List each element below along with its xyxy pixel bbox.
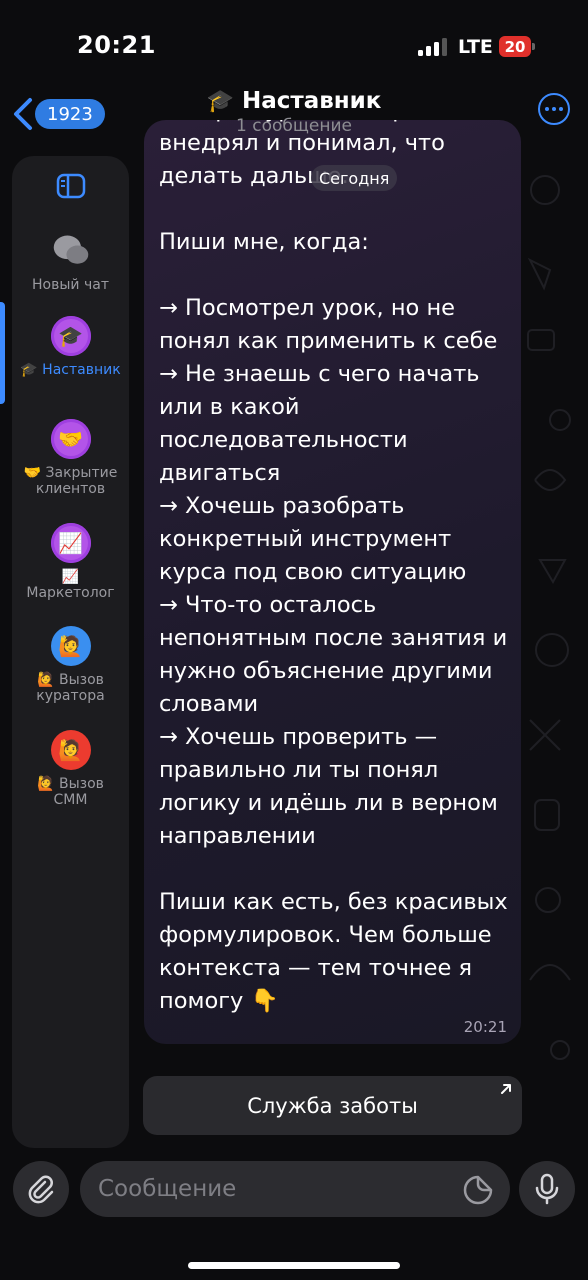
dot-icon: [559, 107, 563, 111]
unread-count-badge[interactable]: 1923: [35, 99, 105, 129]
sticker-icon[interactable]: [462, 1174, 494, 1206]
chat-bubbles-icon: [51, 231, 91, 271]
more-options-button[interactable]: [538, 93, 570, 125]
dot-icon: [552, 107, 556, 111]
folder-label: Новый чат: [32, 277, 109, 293]
care-service-label: Служба заботы: [247, 1093, 418, 1118]
home-indicator: [188, 1262, 400, 1269]
folder-label: 🎓 Наставник: [20, 362, 121, 378]
folder-label: 🤝 Закрытие клиентов: [23, 465, 118, 497]
microphone-icon: [535, 1173, 559, 1205]
folder-label: 📈 Маркетолог: [26, 569, 115, 601]
arrow-up-right-icon: [501, 1084, 511, 1094]
person-raising-hand-icon: 🙋: [50, 626, 91, 666]
folders-sidebar: Новый чат 🎓 🎓 Наставник 🤝 🤝 Закрытие кли…: [0, 156, 129, 1148]
folder-label: 🙋 Вызов куратора: [36, 672, 105, 704]
chat-title-block[interactable]: 🎓 Наставник 1 сообщение: [150, 88, 438, 136]
person-raising-hand-icon: 🙋: [50, 730, 91, 770]
voice-message-button[interactable]: [519, 1161, 575, 1217]
message-text: смотрел уроки — а реально внедрял и пони…: [159, 120, 508, 1014]
message-time: 20:21: [463, 1018, 507, 1036]
status-bar: 20:21 LTE 20: [0, 0, 588, 88]
chat-title-text: Наставник: [241, 88, 382, 114]
attach-button[interactable]: [13, 1161, 69, 1217]
paperclip-icon: [28, 1175, 54, 1204]
care-service-button[interactable]: Служба заботы: [143, 1076, 522, 1135]
handshake-icon: 🤝: [50, 419, 91, 459]
battery-icon: 20: [499, 36, 535, 57]
message-bubble[interactable]: смотрел уроки — а реально внедрял и пони…: [144, 120, 521, 1044]
folder-call-curator[interactable]: 🙋 🙋 Вызов куратора: [12, 626, 129, 704]
folder-client-closing[interactable]: 🤝 🤝 Закрытие клиентов: [12, 419, 129, 497]
folder-marketer[interactable]: 📈 📈 Маркетолог: [12, 523, 129, 601]
folder-call-smm[interactable]: 🙋 🙋 Вызов СММ: [12, 730, 129, 808]
sidebar-toggle-icon[interactable]: [56, 173, 86, 199]
message-input[interactable]: [80, 1161, 510, 1217]
cellular-signal-icon: [418, 38, 448, 56]
chart-up-icon: 📈: [50, 523, 91, 563]
folder-new-chat[interactable]: Новый чат: [12, 231, 129, 293]
clock: 20:21: [77, 31, 156, 59]
battery-level: 20: [499, 36, 531, 57]
composer: [0, 1150, 588, 1280]
graduation-cap-icon: 🎓: [50, 316, 91, 356]
chat-title: 🎓 Наставник: [150, 88, 438, 114]
dot-icon: [545, 107, 549, 111]
chat-subtitle: 1 сообщение: [236, 116, 352, 136]
folder-label: 🙋 Вызов СММ: [37, 776, 104, 808]
network-type: LTE: [458, 36, 493, 58]
chat-header: 1923 🎓 Наставник 1 сообщение: [0, 88, 588, 144]
active-folder-indicator: [0, 302, 5, 404]
date-separator: Сегодня: [311, 165, 398, 191]
graduation-cap-icon: 🎓: [206, 89, 234, 114]
folder-mentor[interactable]: 🎓 🎓 Наставник: [12, 316, 129, 378]
